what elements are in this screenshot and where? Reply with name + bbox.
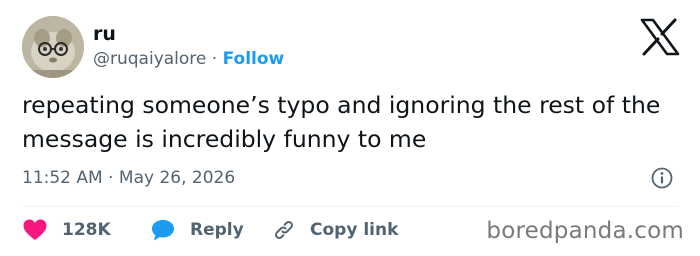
follow-button[interactable]: Follow [223, 49, 285, 69]
heart-icon [23, 219, 47, 240]
reply-label: Reply [190, 220, 244, 240]
like-count: 128K [62, 220, 111, 240]
handle-line: @ruqaiyalore · Follow [93, 48, 284, 70]
info-icon[interactable] [650, 166, 674, 190]
copy-link-button[interactable]: Copy link [272, 218, 398, 242]
divider [22, 206, 678, 207]
tweet-text: repeating someone’s typo and ignoring th… [22, 91, 661, 153]
tweet-timestamp[interactable]: 11:52 AM · May 26, 2026 [22, 167, 235, 189]
author-handle[interactable]: @ruqaiyalore [93, 49, 206, 69]
speech-bubble-icon [152, 220, 174, 241]
reply-button[interactable]: Reply [150, 218, 272, 242]
avatar[interactable] [22, 16, 84, 78]
x-logo-icon[interactable] [640, 18, 680, 56]
link-icon [275, 221, 293, 239]
copy-link-label: Copy link [310, 220, 399, 240]
action-bar: 128K Reply Copy link [22, 216, 398, 244]
like-button[interactable]: 128K [22, 218, 150, 242]
watermark: boredpanda.com [486, 218, 684, 244]
display-name[interactable]: ru [93, 22, 116, 46]
handle-separator: · [211, 49, 218, 69]
tweet-card: ru @ruqaiyalore · Follow repeating someo… [0, 0, 700, 256]
